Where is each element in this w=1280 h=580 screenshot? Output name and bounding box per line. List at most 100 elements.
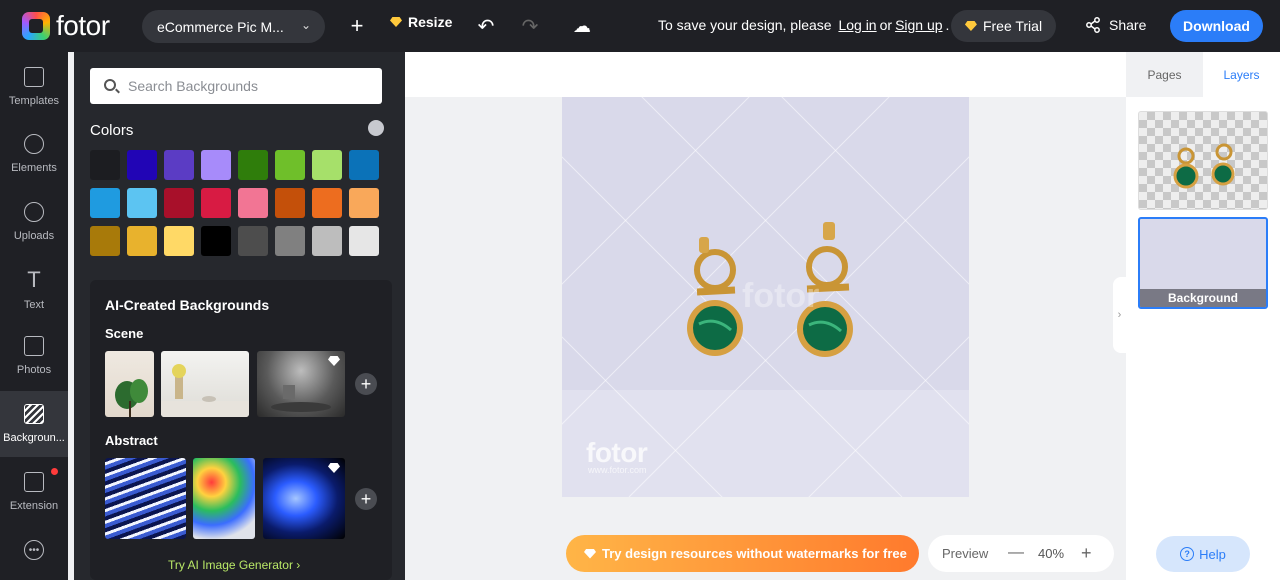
layer-earrings[interactable] <box>1138 111 1268 210</box>
abstract-thumbnail-smoke[interactable] <box>193 458 255 539</box>
save-message-text: To save your design, please <box>658 17 832 33</box>
shelf-image <box>161 364 249 417</box>
redo-button[interactable]: ↷ <box>516 12 544 40</box>
rail-item-label: Backgroun... <box>3 432 65 444</box>
undo-button[interactable]: ↶ <box>472 12 500 40</box>
help-button[interactable]: ? Help <box>1156 536 1250 572</box>
photos-icon <box>24 336 44 356</box>
color-swatch[interactable] <box>201 150 231 180</box>
rail-item-elements[interactable]: Elements <box>0 122 68 186</box>
free-trial-label: Free Trial <box>982 18 1043 34</box>
logo-text: fotor <box>56 10 110 41</box>
right-panel-expand-handle[interactable]: › <box>1113 277 1126 353</box>
add-page-button[interactable]: + <box>343 12 371 40</box>
premium-gem-icon <box>964 21 977 31</box>
try-ai-image-generator-link[interactable]: Try AI Image Generator › <box>168 558 300 572</box>
scene-more-button[interactable]: + <box>355 373 377 395</box>
scene-thumbnail-shelf[interactable] <box>161 351 249 417</box>
abstract-thumbnail-rays[interactable] <box>105 458 186 539</box>
abstract-more-button[interactable]: + <box>355 488 377 510</box>
abstract-thumbnail-swirl[interactable] <box>263 458 345 539</box>
color-swatch[interactable] <box>238 188 268 218</box>
color-swatch[interactable] <box>275 226 305 256</box>
zoom-out-button[interactable]: — <box>1008 544 1024 562</box>
color-swatch[interactable] <box>349 226 379 256</box>
color-swatch[interactable] <box>164 226 194 256</box>
backgrounds-icon <box>24 404 44 424</box>
scene-title: Scene <box>105 326 144 341</box>
color-swatch[interactable] <box>312 226 342 256</box>
zoom-bar: Preview — 40% + <box>928 535 1114 572</box>
color-swatch[interactable] <box>349 188 379 218</box>
search-input[interactable] <box>128 78 368 94</box>
rail-item-photos[interactable]: Photos <box>0 324 68 388</box>
right-panel: Pages Layers Background <box>1126 52 1280 580</box>
premium-gem-icon <box>584 548 596 559</box>
free-trial-button[interactable]: Free Trial <box>951 10 1056 42</box>
rail-item-text[interactable]: T Text <box>0 257 68 321</box>
color-swatch[interactable] <box>201 226 231 256</box>
notification-dot <box>51 468 58 475</box>
chevron-down-icon: ⌄ <box>300 18 311 32</box>
no-watermark-promo-button[interactable]: Try design resources without watermarks … <box>566 535 919 572</box>
color-swatch[interactable] <box>349 150 379 180</box>
help-icon: ? <box>1180 547 1195 561</box>
period-text: . <box>945 17 950 33</box>
preview-button[interactable]: Preview <box>942 546 988 561</box>
zoom-in-button[interactable]: + <box>1081 543 1092 564</box>
color-swatch[interactable] <box>238 226 268 256</box>
more-button[interactable]: ••• <box>0 518 68 580</box>
rail-item-templates[interactable]: Templates <box>0 55 68 119</box>
color-swatch[interactable] <box>90 226 120 256</box>
rail-item-label: Photos <box>16 364 52 376</box>
color-swatch[interactable] <box>312 188 342 218</box>
color-swatch[interactable] <box>238 150 268 180</box>
rail-item-uploads[interactable]: Uploads <box>0 190 68 254</box>
earrings-layer-thumbnail <box>1173 143 1235 189</box>
rail-item-label: Extension <box>9 500 59 512</box>
color-swatch[interactable] <box>127 150 157 180</box>
rail-item-label: Text <box>23 299 45 311</box>
layer-background[interactable]: Background <box>1138 217 1268 309</box>
color-swatch[interactable] <box>127 226 157 256</box>
rail-item-label: Uploads <box>13 230 55 242</box>
cloud-save-button[interactable]: ☁ <box>568 12 596 40</box>
artboard[interactable]: fotor fotor www.fotor.com <box>562 97 969 497</box>
undo-icon: ↶ <box>477 15 495 38</box>
fotor-logo[interactable]: fotor <box>22 10 110 42</box>
share-button[interactable]: Share <box>1085 17 1146 33</box>
watermark-url: www.fotor.com <box>588 465 647 475</box>
color-swatch[interactable] <box>90 150 120 180</box>
color-swatch[interactable] <box>312 150 342 180</box>
tab-pages[interactable]: Pages <box>1126 52 1203 97</box>
palette-icon[interactable] <box>368 120 384 136</box>
color-swatches <box>90 150 386 256</box>
color-swatch[interactable] <box>275 188 305 218</box>
fotor-logo-icon <box>22 12 50 40</box>
right-panel-tabs: Pages Layers <box>1126 52 1280 97</box>
text-icon: T <box>27 267 41 292</box>
color-swatch[interactable] <box>201 188 231 218</box>
color-swatch[interactable] <box>127 188 157 218</box>
zoom-value: 40% <box>1038 546 1065 561</box>
color-swatch[interactable] <box>164 150 194 180</box>
search-icon <box>104 79 116 91</box>
ai-backgrounds-card: AI-Created Backgrounds Scene + Abstract … <box>90 280 392 580</box>
scene-thumbnail-studio[interactable] <box>257 351 345 417</box>
color-swatch[interactable] <box>90 188 120 218</box>
help-label: Help <box>1199 546 1226 562</box>
top-bar: fotor eCommerce Pic M... ⌄ + Resize ↶ ↷ … <box>0 0 1280 52</box>
color-swatch[interactable] <box>275 150 305 180</box>
signup-link[interactable]: Sign up <box>895 17 942 33</box>
premium-gem-icon <box>390 17 402 27</box>
more-icon: ••• <box>24 540 44 560</box>
download-button[interactable]: Download <box>1170 10 1263 42</box>
rail-item-backgrounds[interactable]: Backgroun... <box>0 391 68 457</box>
login-link[interactable]: Log in <box>838 17 876 33</box>
tab-layers[interactable]: Layers <box>1203 52 1280 97</box>
scene-thumbnail-plant[interactable] <box>105 351 154 417</box>
resize-button[interactable]: Resize <box>390 14 452 30</box>
document-name-dropdown[interactable]: eCommerce Pic M... ⌄ <box>142 10 325 43</box>
colors-title: Colors <box>90 122 134 139</box>
color-swatch[interactable] <box>164 188 194 218</box>
